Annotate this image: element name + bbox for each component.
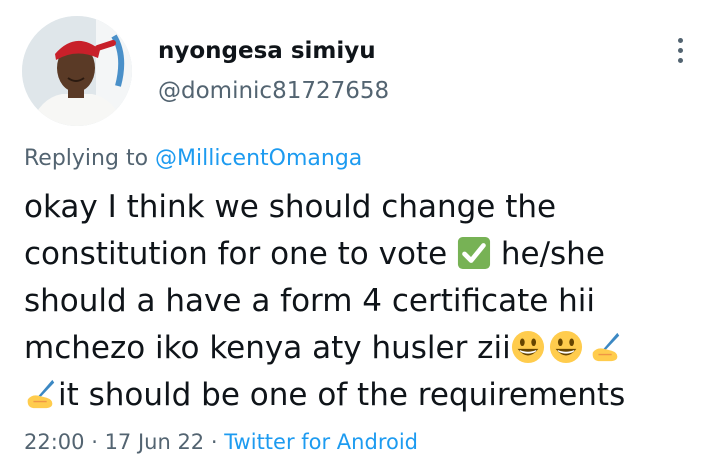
grinning-face-icon <box>511 330 544 364</box>
author-handle[interactable]: @dominic81727658 <box>158 78 389 104</box>
more-dot-icon <box>677 37 683 43</box>
tweet-text-segment: okay I think we should change the <box>24 189 557 225</box>
tweet-text-segment: should a have a form 4 certificate hii <box>24 283 596 319</box>
reply-mention-link[interactable]: @MillicentOmanga <box>155 146 362 171</box>
more-options-button[interactable] <box>666 30 694 70</box>
tweet-line: constitution for one to vote he/she <box>24 231 704 278</box>
grinning-face-icon <box>549 330 582 364</box>
meta-separator: · <box>204 430 225 454</box>
tweet-text-segment: it should be one of the requirements <box>58 377 626 413</box>
tweet-line: it should be one of the requirements <box>24 372 704 419</box>
tweet-text-segment: mchezo iko kenya aty husler zii <box>24 330 511 366</box>
more-dot-icon <box>677 57 683 63</box>
tweet-line: okay I think we should change the <box>24 184 704 231</box>
more-dot-icon <box>677 47 683 53</box>
tweet-text: okay I think we should change the consti… <box>24 184 704 419</box>
tweet-text-segment: constitution for one to vote <box>24 236 458 272</box>
tweet-date[interactable]: 17 Jun 22 <box>105 430 205 454</box>
avatar[interactable] <box>22 16 132 126</box>
writing-hand-icon <box>27 379 55 409</box>
tweet-line: mchezo iko kenya aty husler zii <box>24 325 704 372</box>
writing-hand-icon <box>592 332 619 362</box>
tweet-source-link[interactable]: Twitter for Android <box>224 430 418 454</box>
tweet-text-segment: he/she <box>491 236 605 272</box>
replying-to: Replying to @MillicentOmanga <box>24 146 362 171</box>
tweet-time[interactable]: 22:00 <box>24 430 85 454</box>
tweet-meta: 22:00 · 17 Jun 22 · Twitter for Android <box>24 430 418 454</box>
tweet-card: nyongesa simiyu @dominic81727658 Replyin… <box>0 0 718 476</box>
replying-to-label: Replying to <box>24 146 149 171</box>
tweet-line: should a have a form 4 certificate hii <box>24 278 704 325</box>
author-name[interactable]: nyongesa simiyu <box>158 38 376 64</box>
meta-separator: · <box>84 430 105 454</box>
check-mark-button-icon <box>457 236 491 270</box>
